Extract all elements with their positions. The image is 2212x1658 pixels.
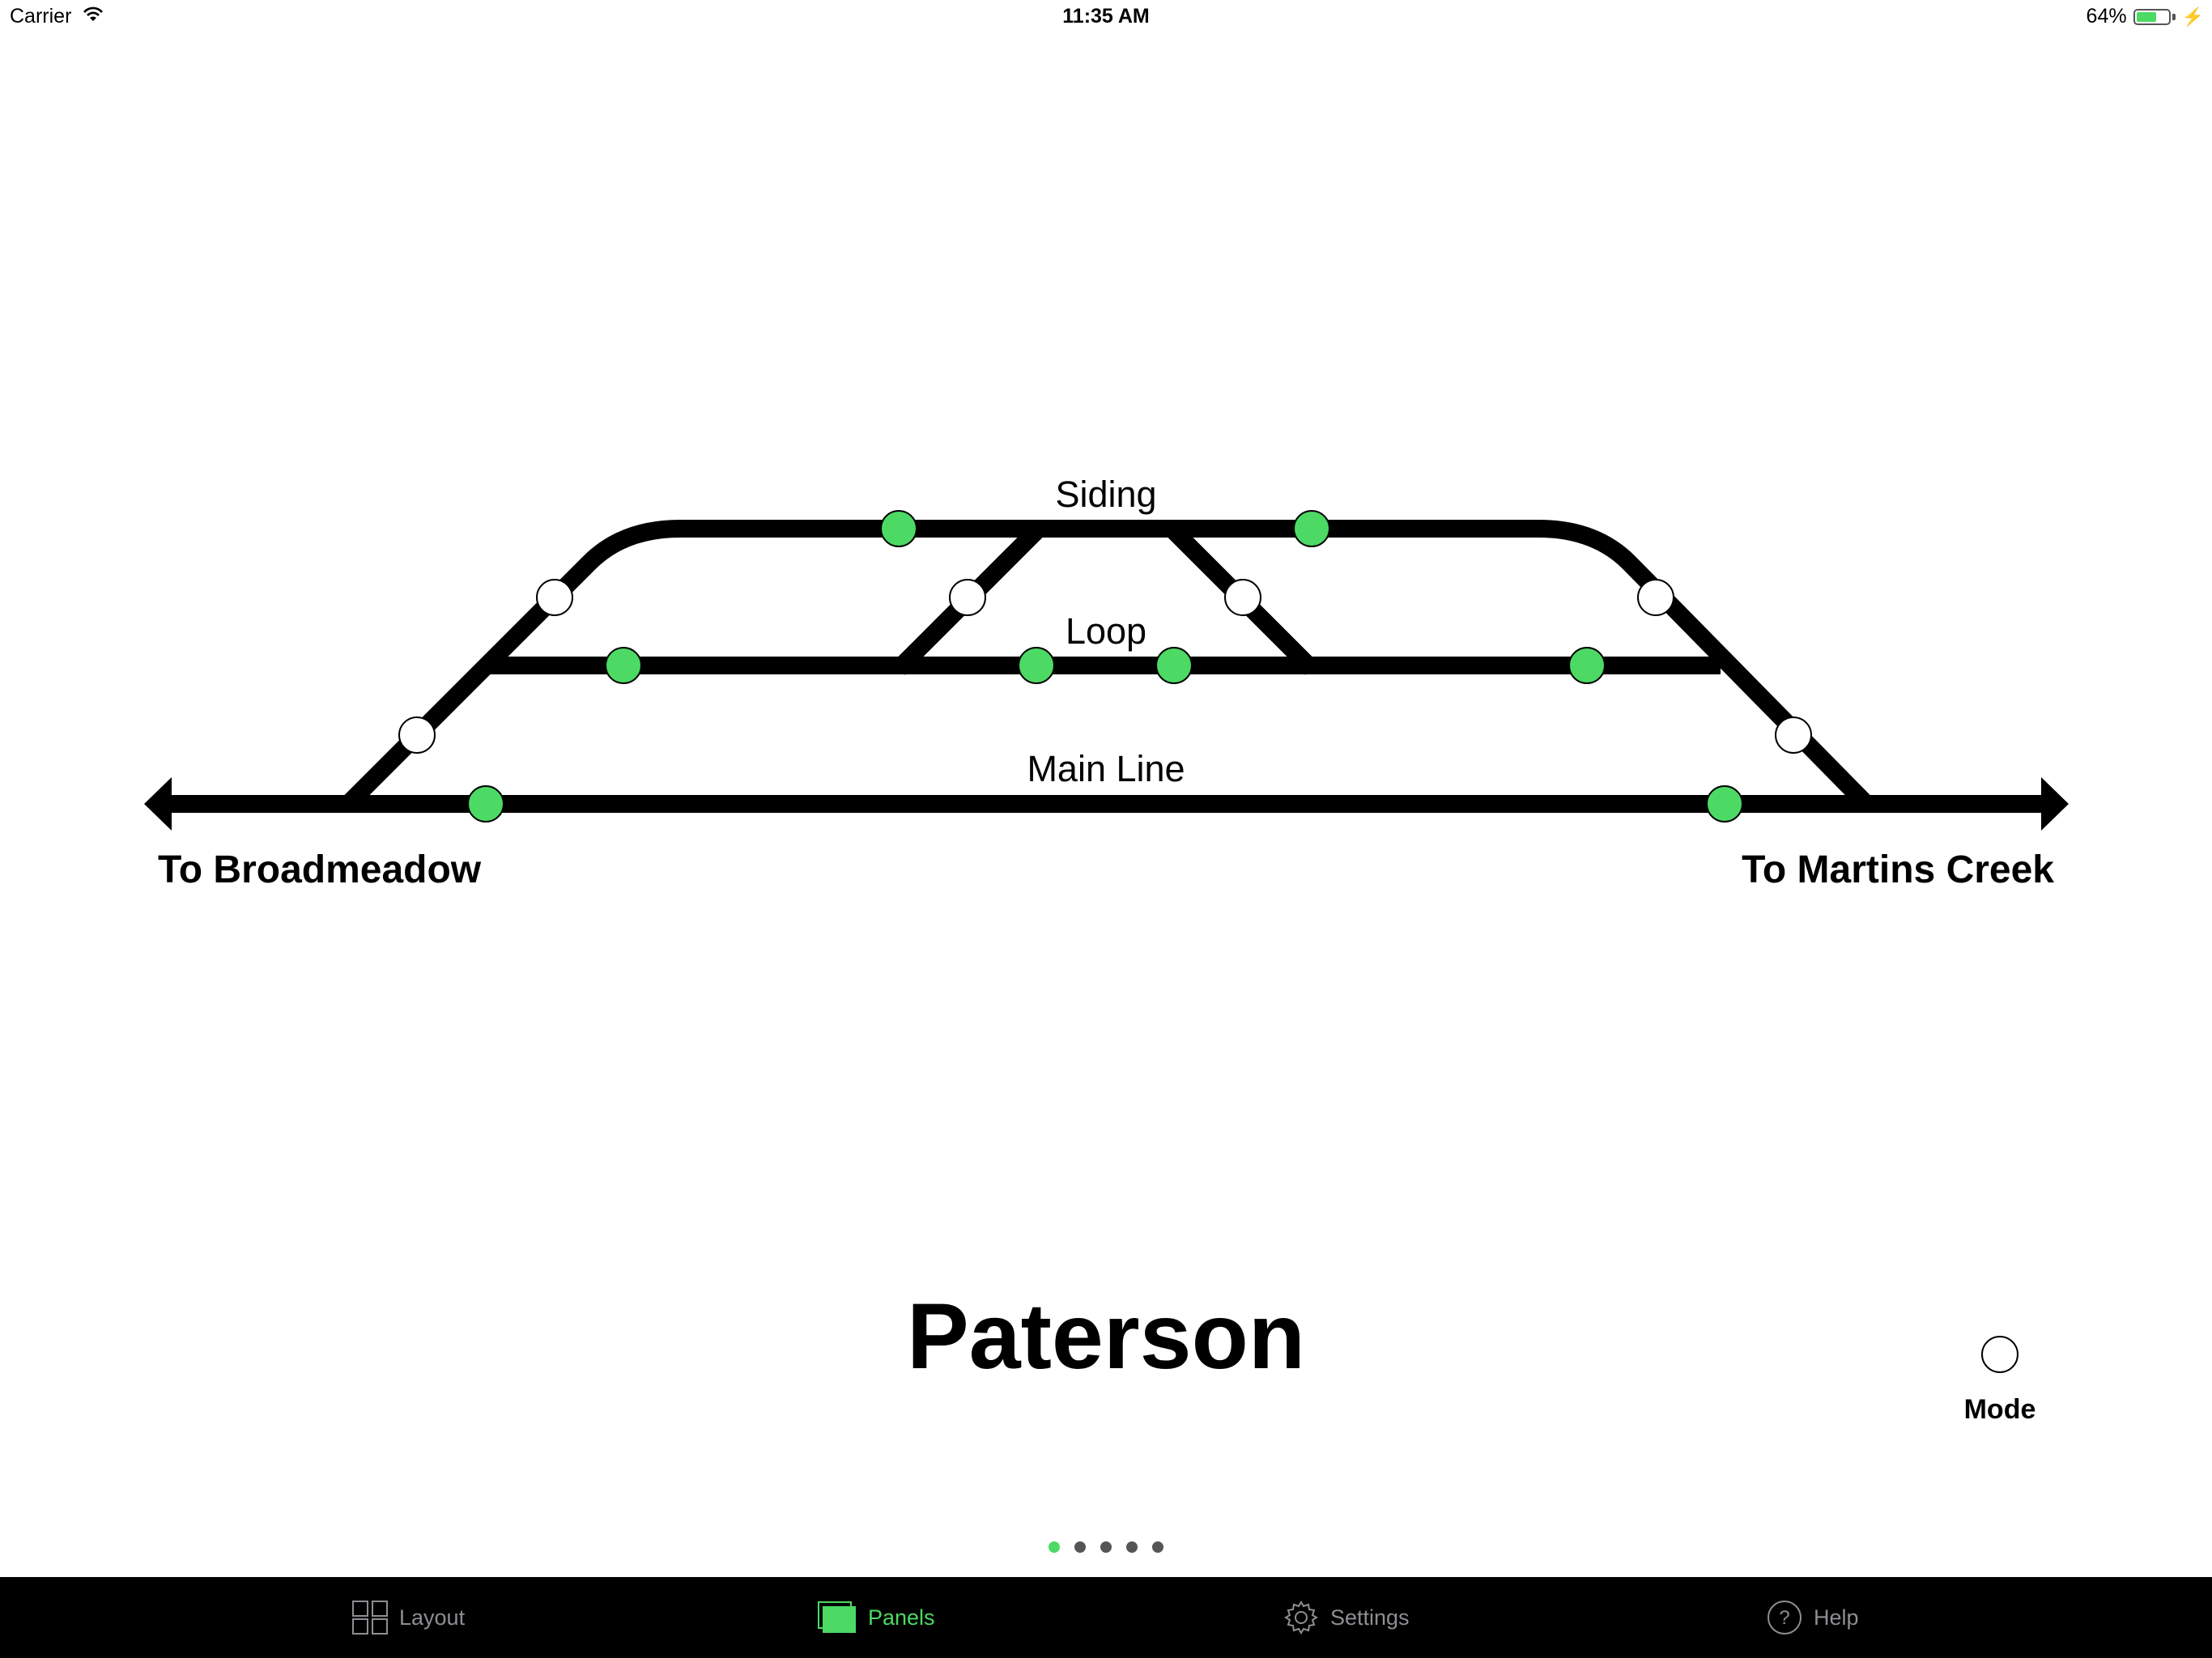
page-dot[interactable]	[1152, 1541, 1163, 1553]
point-crossover-left[interactable]	[949, 579, 986, 616]
point-left-lower[interactable]	[398, 716, 436, 754]
point-right-upper[interactable]	[1637, 579, 1674, 616]
signal-main-1[interactable]	[467, 785, 504, 823]
signal-main-2[interactable]	[1706, 785, 1743, 823]
tab-label: Layout	[399, 1605, 466, 1630]
tab-label: Settings	[1330, 1605, 1410, 1630]
station-name: Paterson	[906, 1285, 1306, 1388]
signal-siding-1[interactable]	[880, 510, 917, 547]
tab-panels[interactable]: Panels	[818, 1577, 935, 1658]
signal-siding-2[interactable]	[1293, 510, 1330, 547]
tab-label: Help	[1814, 1605, 1859, 1630]
point-crossover-right[interactable]	[1224, 579, 1261, 616]
destination-left: To Broadmeadow	[158, 848, 482, 891]
signal-loop-2[interactable]	[1018, 647, 1055, 684]
svg-text:?: ?	[1779, 1607, 1789, 1629]
panels-icon	[818, 1601, 856, 1633]
tab-help[interactable]: ? Help	[1767, 1577, 1859, 1658]
arrow-left-icon	[144, 777, 172, 831]
tab-layout[interactable]: Layout	[352, 1577, 465, 1658]
destination-right: To Martins Creek	[1742, 848, 2054, 891]
signal-loop-1[interactable]	[605, 647, 642, 684]
signal-loop-4[interactable]	[1568, 647, 1606, 684]
tab-settings[interactable]: Settings	[1283, 1577, 1410, 1658]
signal-loop-3[interactable]	[1155, 647, 1193, 684]
loop-label: Loop	[1066, 610, 1146, 652]
mode-toggle-button[interactable]	[1981, 1336, 2018, 1373]
point-right-lower[interactable]	[1775, 716, 1812, 754]
point-left-upper[interactable]	[536, 579, 573, 616]
page-indicator[interactable]	[0, 1541, 2212, 1553]
grid-icon	[352, 1601, 388, 1635]
page-dot[interactable]	[1126, 1541, 1138, 1553]
gear-icon	[1284, 1601, 1318, 1635]
arrow-right-icon	[2041, 777, 2069, 831]
page-dot[interactable]	[1100, 1541, 1112, 1553]
tab-bar: Layout Panels Settings ? Help	[0, 1577, 2212, 1658]
main-line-label: Main Line	[1027, 748, 1185, 789]
mode-label: Mode	[1963, 1394, 2036, 1425]
page-dot[interactable]	[1074, 1541, 1086, 1553]
page-dot[interactable]	[1049, 1541, 1060, 1553]
tab-label: Panels	[868, 1605, 935, 1630]
track-diagram: Siding Loop Main Line To Broadmeadow To …	[144, 474, 2069, 891]
help-icon: ?	[1767, 1601, 1802, 1635]
siding-label: Siding	[1055, 474, 1156, 515]
